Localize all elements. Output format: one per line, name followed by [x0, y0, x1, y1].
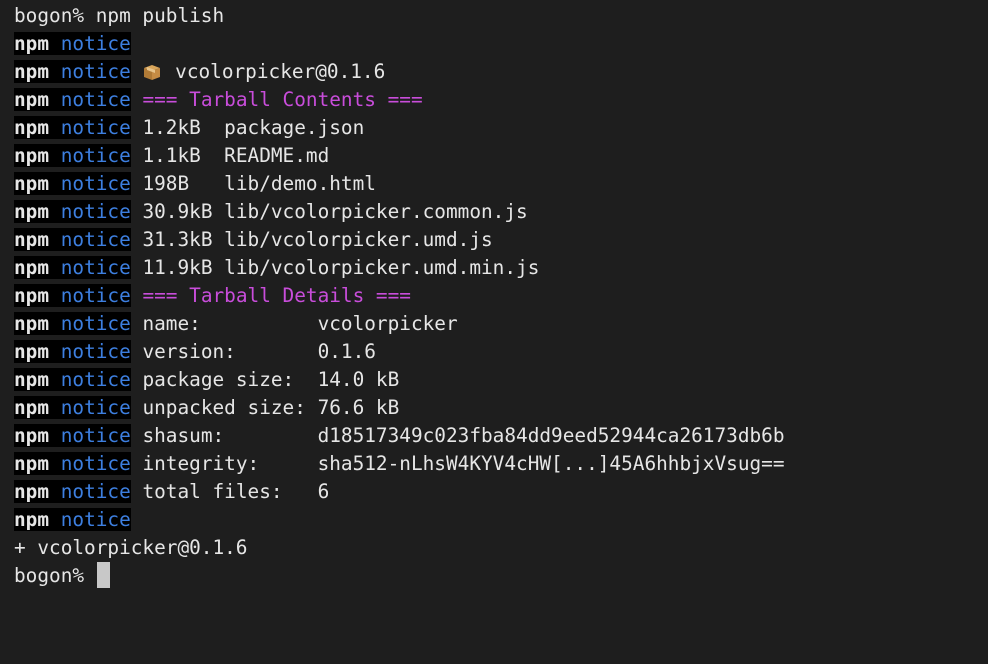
- package-icon: [144, 65, 161, 80]
- notice-prefix: notice: [60, 424, 131, 447]
- text-cursor: [96, 562, 110, 588]
- npm-output: npm notice npm notice vcolorpicker@0.1.6 n…: [14, 30, 988, 534]
- notice-text: 1.1kB README.md: [142, 144, 330, 167]
- notice-text: name: vcolorpicker: [142, 312, 458, 335]
- notice-prefix: notice: [60, 284, 131, 307]
- notice-text: version: 0.1.6: [142, 340, 376, 363]
- publish-result-line: + vcolorpicker@0.1.6: [14, 536, 248, 559]
- section-heading: === Tarball Contents ===: [142, 88, 423, 111]
- notice-prefix: notice: [60, 228, 131, 251]
- notice-text: unpacked size: 76.6 kB: [142, 396, 400, 419]
- notice-prefix: notice: [60, 452, 131, 475]
- npm-prefix: npm: [14, 200, 50, 223]
- package-name: vcolorpicker@0.1.6: [175, 60, 386, 83]
- notice-prefix: notice: [60, 340, 131, 363]
- notice-text: integrity: sha512-nLhsW4KYV4cHW[...]45A6…: [142, 452, 785, 475]
- notice-prefix: notice: [60, 144, 131, 167]
- npm-prefix: npm: [14, 88, 50, 111]
- notice-prefix: notice: [60, 480, 131, 503]
- terminal-window[interactable]: bogon% npm publish npm notice npm notice …: [0, 0, 988, 664]
- notice-prefix: notice: [60, 312, 131, 335]
- npm-notice-line: npm notice unpacked size: 76.6 kB: [14, 394, 988, 422]
- notice-prefix: notice: [60, 396, 131, 419]
- notice-text: 1.2kB package.json: [142, 116, 365, 139]
- npm-prefix: npm: [14, 508, 50, 531]
- npm-prefix: npm: [14, 228, 50, 251]
- notice-text: shasum: d18517349c023fba84dd9eed52944ca2…: [142, 424, 785, 447]
- npm-prefix: npm: [14, 256, 50, 279]
- notice-prefix: notice: [60, 60, 131, 83]
- prompt-line[interactable]: bogon%: [14, 562, 988, 590]
- npm-notice-line: npm notice version: 0.1.6: [14, 338, 988, 366]
- npm-notice-line: npm notice shasum: d18517349c023fba84dd9…: [14, 422, 988, 450]
- section-heading: === Tarball Details ===: [142, 284, 411, 307]
- npm-notice-line: npm notice name: vcolorpicker: [14, 310, 988, 338]
- notice-prefix: notice: [60, 116, 131, 139]
- notice-text: 30.9kB lib/vcolorpicker.common.js: [142, 200, 528, 223]
- notice-prefix: notice: [60, 32, 131, 55]
- npm-notice-line: npm notice 198B lib/demo.html: [14, 170, 988, 198]
- notice-prefix: notice: [60, 256, 131, 279]
- npm-notice-line: npm notice total files: 6: [14, 478, 988, 506]
- npm-notice-line: npm notice integrity: sha512-nLhsW4KYV4c…: [14, 450, 988, 478]
- npm-prefix: npm: [14, 60, 50, 83]
- npm-prefix: npm: [14, 116, 50, 139]
- npm-prefix: npm: [14, 144, 50, 167]
- npm-prefix: npm: [14, 312, 50, 335]
- notice-text: 11.9kB lib/vcolorpicker.umd.min.js: [142, 256, 540, 279]
- npm-prefix: npm: [14, 424, 50, 447]
- npm-notice-line: npm notice vcolorpicker@0.1.6: [14, 58, 988, 86]
- npm-notice-line: npm notice 11.9kB lib/vcolorpicker.umd.m…: [14, 254, 988, 282]
- npm-notice-line: npm notice 1.1kB README.md: [14, 142, 988, 170]
- npm-notice-line: npm notice: [14, 30, 988, 58]
- notice-text: 31.3kB lib/vcolorpicker.umd.js: [142, 228, 493, 251]
- notice-text: 198B lib/demo.html: [142, 172, 376, 195]
- npm-prefix: npm: [14, 368, 50, 391]
- npm-prefix: npm: [14, 32, 50, 55]
- npm-notice-line: npm notice === Tarball Details ===: [14, 282, 988, 310]
- notice-text: package size: 14.0 kB: [142, 368, 400, 391]
- notice-prefix: notice: [60, 368, 131, 391]
- npm-prefix: npm: [14, 340, 50, 363]
- command-line: bogon% npm publish: [14, 4, 225, 27]
- npm-notice-line: npm notice: [14, 506, 988, 534]
- notice-text: total files: 6: [142, 480, 330, 503]
- notice-prefix: notice: [60, 200, 131, 223]
- npm-prefix: npm: [14, 480, 50, 503]
- notice-prefix: notice: [60, 88, 131, 111]
- npm-notice-line: npm notice package size: 14.0 kB: [14, 366, 988, 394]
- npm-prefix: npm: [14, 396, 50, 419]
- notice-prefix: notice: [60, 508, 131, 531]
- notice-prefix: notice: [60, 172, 131, 195]
- npm-notice-line: npm notice 1.2kB package.json: [14, 114, 988, 142]
- npm-prefix: npm: [14, 284, 50, 307]
- npm-notice-line: npm notice 30.9kB lib/vcolorpicker.commo…: [14, 198, 988, 226]
- npm-prefix: npm: [14, 172, 50, 195]
- npm-notice-line: npm notice === Tarball Contents ===: [14, 86, 988, 114]
- prompt-text: bogon%: [14, 564, 96, 587]
- npm-notice-line: npm notice 31.3kB lib/vcolorpicker.umd.j…: [14, 226, 988, 254]
- npm-prefix: npm: [14, 452, 50, 475]
